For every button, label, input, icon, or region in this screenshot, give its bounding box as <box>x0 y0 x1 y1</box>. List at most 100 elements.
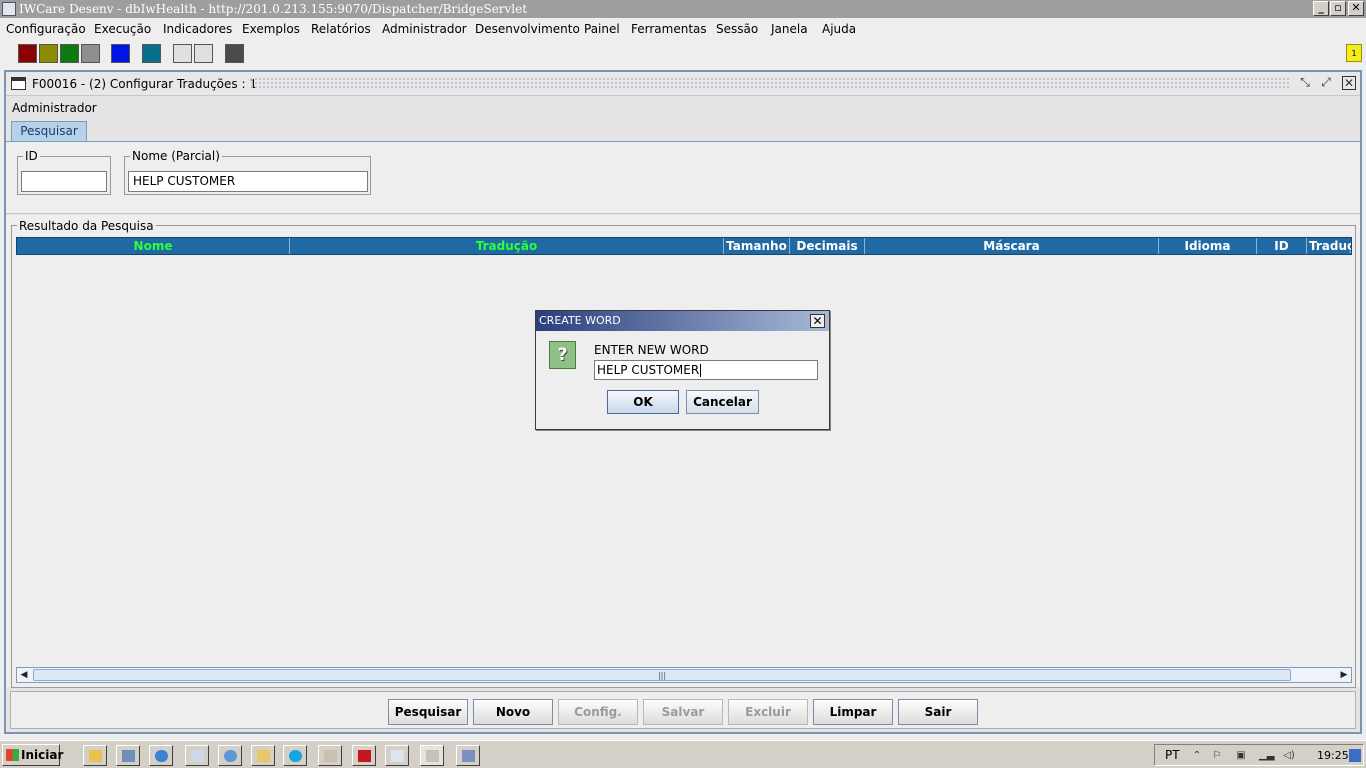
menu-administrador[interactable]: Administrador <box>382 22 467 36</box>
col-header-traducao-2[interactable]: Traduç <box>1307 238 1351 254</box>
new-word-value: HELP CUSTOMER <box>597 363 700 377</box>
id-label: ID <box>23 149 40 163</box>
window-title-bar: IWCare Desenv - dbIwHealth - http://201.… <box>0 0 1366 18</box>
close-button[interactable]: ✕ <box>1348 1 1364 16</box>
user-label: Administrador <box>12 101 97 115</box>
inner-window-title-bar: F00016 - (2) Configurar Traduções : 1 ⤡ … <box>6 72 1360 96</box>
desktop-task-icon[interactable] <box>116 745 140 766</box>
dialog-close-button[interactable]: ✕ <box>810 314 825 328</box>
circle-task-icon[interactable] <box>218 745 242 766</box>
system-tray: PT ⌃ ⚐ ▣ ▁▃ ◁) 19:25 <box>1154 744 1364 766</box>
scroll-left-icon[interactable]: ◀ <box>18 670 30 681</box>
col-header-nome[interactable]: Nome <box>17 238 290 254</box>
flag-icon[interactable]: ⚐ <box>1211 749 1223 762</box>
power-icon[interactable]: ▣ <box>1235 749 1247 762</box>
maximize-icon[interactable]: ⤢ <box>1319 76 1333 90</box>
tab-pesquisar[interactable]: Pesquisar <box>11 121 87 142</box>
signal-icon[interactable]: ▁▃ <box>1259 749 1274 762</box>
menu-configuracao[interactable]: Configuração <box>6 22 86 36</box>
results-grid-header: Nome Tradução Tamanho Decimais Máscara I… <box>16 237 1352 255</box>
menu-indicadores[interactable]: Indicadores <box>163 22 232 36</box>
windows-logo-icon <box>6 749 19 761</box>
menu-execucao[interactable]: Execução <box>94 22 151 36</box>
notepad-task-icon[interactable] <box>385 745 409 766</box>
taskbar: Iniciar PT ⌃ ⚐ ▣ ▁▃ ◁) 19:25 <box>0 740 1366 768</box>
windows-view-icon[interactable] <box>194 44 213 63</box>
question-icon: ? <box>549 341 576 369</box>
menu-relatorios[interactable]: Relatórios <box>311 22 371 36</box>
pdf-task-icon[interactable] <box>352 745 376 766</box>
toolbar-color-teal-button[interactable] <box>142 44 161 63</box>
java-task-icon[interactable] <box>318 745 342 766</box>
tree-view-icon[interactable] <box>173 44 192 63</box>
horizontal-scrollbar[interactable]: ◀ ||| ▶ <box>16 667 1352 683</box>
col-header-traducao[interactable]: Tradução <box>290 238 724 254</box>
toolbar-color-red-button[interactable] <box>18 44 37 63</box>
menu-janela[interactable]: Janela <box>771 22 808 36</box>
toolbar-color-blue-button[interactable] <box>111 44 130 63</box>
excluir-button[interactable]: Excluir <box>728 699 808 725</box>
menu-exemplos[interactable]: Exemplos <box>242 22 300 36</box>
start-label: Iniciar <box>21 748 64 762</box>
menu-bar: Configuração Execução Indicadores Exempl… <box>0 18 1366 41</box>
nome-input[interactable]: HELP CUSTOMER <box>128 171 368 192</box>
text-caret <box>700 364 702 377</box>
menu-ajuda[interactable]: Ajuda <box>822 22 856 36</box>
show-desktop-icon[interactable] <box>1349 749 1361 762</box>
id-fieldset: ID <box>17 149 111 195</box>
novo-button[interactable]: Novo <box>473 699 553 725</box>
folder-task-icon[interactable] <box>251 745 275 766</box>
col-header-idioma[interactable]: Idioma <box>1159 238 1257 254</box>
toolbar-color-olive-button[interactable] <box>39 44 58 63</box>
col-header-id[interactable]: ID <box>1257 238 1307 254</box>
app-icon <box>2 2 16 16</box>
skype-task-icon[interactable] <box>283 745 307 766</box>
notification-badge[interactable]: 1 <box>1346 44 1362 62</box>
document-task-icon[interactable] <box>185 745 209 766</box>
menu-ferramentas[interactable]: Ferramentas <box>631 22 707 36</box>
menu-sessao[interactable]: Sessão <box>716 22 758 36</box>
volume-icon[interactable]: ◁) <box>1283 749 1295 762</box>
pesquisar-button[interactable]: Pesquisar <box>388 699 468 725</box>
scroll-thumb[interactable]: ||| <box>33 669 1291 681</box>
dialog-prompt: ENTER NEW WORD <box>594 343 709 357</box>
config-button[interactable]: Config. <box>558 699 638 725</box>
close-icon[interactable]: ✕ <box>1342 76 1356 90</box>
browser-task-icon[interactable] <box>149 745 173 766</box>
java-active-task-icon[interactable] <box>420 745 444 766</box>
col-header-mascara[interactable]: Máscara <box>865 238 1159 254</box>
menu-desenvolvimento[interactable]: Desenvolvimento <box>475 22 580 36</box>
window-frame-icon <box>11 77 26 90</box>
create-word-dialog: CREATE WORD ✕ ? ENTER NEW WORD HELP CUST… <box>535 310 830 430</box>
toolbar-color-dark-button[interactable] <box>225 44 244 63</box>
title-bar-texture <box>250 77 1290 90</box>
ok-button[interactable]: OK <box>607 390 679 414</box>
minimize-button[interactable]: _ <box>1313 1 1329 16</box>
menu-painel[interactable]: Painel <box>584 22 620 36</box>
clock: 19:25 <box>1317 749 1349 762</box>
toolbar-color-green-button[interactable] <box>60 44 79 63</box>
explorer-task-icon[interactable] <box>83 745 107 766</box>
maximize-button[interactable]: ▫ <box>1330 1 1346 16</box>
network-task-icon[interactable] <box>456 745 480 766</box>
results-panel: Resultado da Pesquisa Nome Tradução Tama… <box>6 215 1360 688</box>
col-header-tamanho[interactable]: Tamanho <box>724 238 790 254</box>
col-header-decimais[interactable]: Decimais <box>790 238 865 254</box>
desktop: IWCare Desenv - dbIwHealth - http://201.… <box>0 0 1366 768</box>
language-indicator[interactable]: PT <box>1165 748 1180 762</box>
sair-button[interactable]: Sair <box>898 699 978 725</box>
chevron-up-icon[interactable]: ⌃ <box>1191 749 1203 762</box>
restore-icon[interactable]: ⤡ <box>1298 76 1312 90</box>
window-title: IWCare Desenv - dbIwHealth - http://201.… <box>19 2 528 16</box>
action-button-bar: Pesquisar Novo Config. Salvar Excluir Li… <box>10 691 1356 729</box>
scroll-right-icon[interactable]: ▶ <box>1338 670 1350 681</box>
cancelar-button[interactable]: Cancelar <box>686 390 759 414</box>
toolbar-color-gray-button[interactable] <box>81 44 100 63</box>
id-input[interactable] <box>21 171 107 192</box>
salvar-button[interactable]: Salvar <box>643 699 723 725</box>
start-button[interactable]: Iniciar <box>2 744 64 766</box>
inner-window-title: F00016 - (2) Configurar Traduções : 1 <box>32 77 257 91</box>
limpar-button[interactable]: Limpar <box>813 699 893 725</box>
nome-fieldset: Nome (Parcial) HELP CUSTOMER <box>124 149 371 195</box>
new-word-input[interactable]: HELP CUSTOMER <box>594 360 818 380</box>
